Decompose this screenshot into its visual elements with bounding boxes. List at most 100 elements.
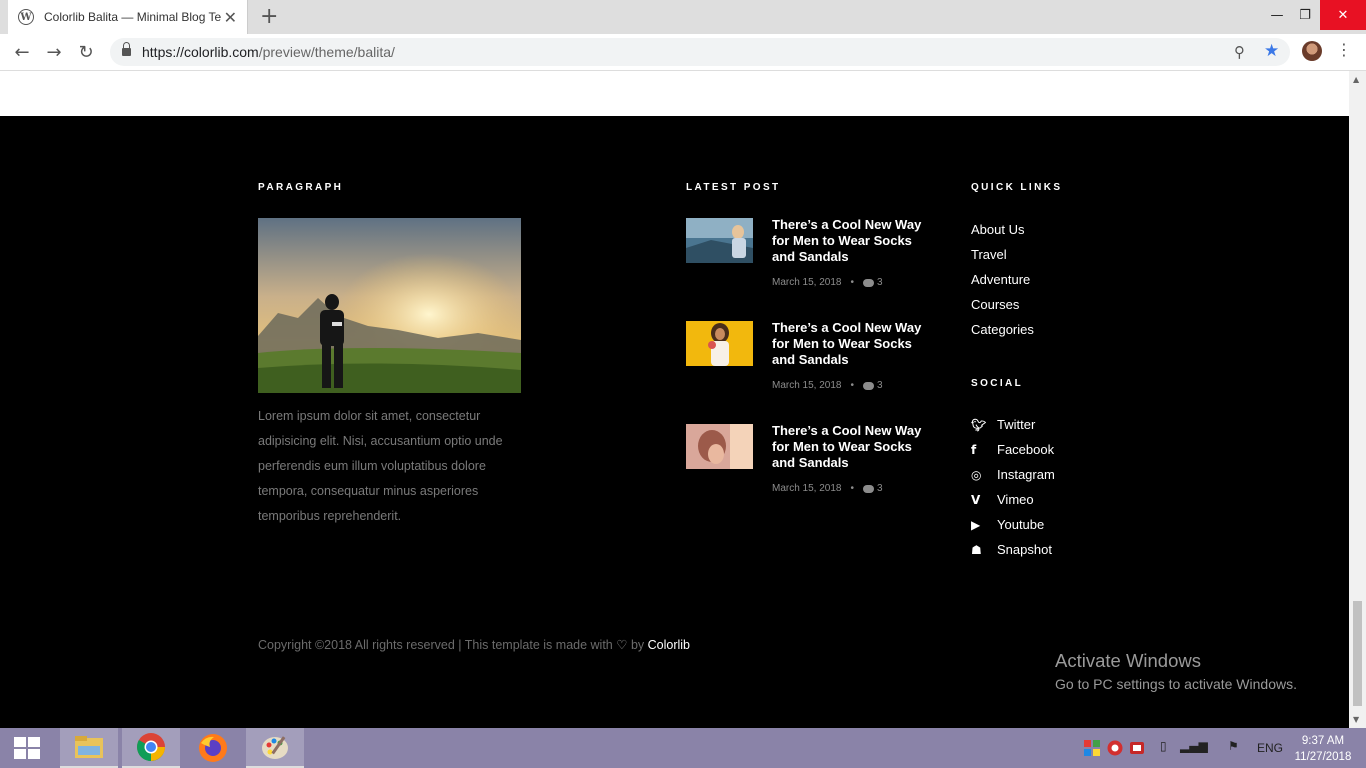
tray-antivirus-icon[interactable] [1107,740,1123,759]
social-label: Youtube [997,517,1045,532]
taskbar-paint[interactable] [246,728,304,768]
post-thumbnail[interactable] [686,218,753,263]
chrome-icon [137,733,165,761]
instagram-icon: ◎ [971,467,982,482]
social-heading: SOCIAL [971,378,1024,389]
firefox-icon [199,734,227,762]
profile-avatar[interactable] [1302,41,1322,61]
tray-security-icon[interactable] [1129,740,1145,759]
post-meta: March 15, 2018 • 3 [772,277,883,288]
meta-separator: • [850,380,855,391]
browser-toolbar: ← → ↻ https://colorlib.com/preview/theme… [0,34,1366,71]
comment-count: 3 [877,483,883,494]
page-scrollbar[interactable]: ▲ ▼ [1349,71,1366,728]
folder-icon [75,736,103,758]
new-tab-button[interactable]: + [260,4,278,29]
post-thumbnail[interactable] [686,424,753,469]
page-viewport: PARAGRAPH Lorem ipsum dolor sit amet, co… [0,71,1349,728]
paragraph-heading: PARAGRAPH [258,182,344,193]
latest-post-heading: LATEST POST [686,182,781,193]
social-link-youtube[interactable]: ▶ Youtube [971,517,1044,532]
meta-separator: • [850,277,855,288]
windows-taskbar: ▯ ▂▄▆ 🔈︎ ⚑ ENG 9:37 AM 11/27/2018 [0,728,1366,768]
colorlib-link[interactable]: Colorlib [648,638,690,652]
post-date: March 15, 2018 [772,483,842,494]
url-text[interactable]: https://colorlib.com/preview/theme/balit… [142,44,395,60]
lock-icon [122,42,131,57]
paragraph-photo [258,218,521,393]
notification-flag-icon[interactable]: ⚑ [1228,739,1239,753]
tab-strip: W Colorlib Balita — Minimal Blog Te ✕ + … [0,0,1366,34]
close-window-button[interactable]: ✕ [1320,0,1366,30]
twitter-icon: 🐦︎ [971,417,987,432]
scroll-up-arrow-icon[interactable]: ▲ [1353,75,1359,84]
comment-icon [863,381,875,390]
tab-title: Colorlib Balita — Minimal Blog Te [44,10,222,24]
restore-button[interactable]: ❐ [1290,0,1320,30]
taskbar-file-explorer[interactable] [60,728,118,768]
forward-arrow-icon[interactable]: → [42,40,66,64]
tray-app-icon[interactable] [1084,740,1100,759]
comment-count: 3 [877,277,883,288]
post-date: March 15, 2018 [772,277,842,288]
latest-post-item[interactable]: There’s a Cool New Way for Men to Wear S… [686,423,926,514]
content-bottom-edge [0,71,1349,116]
post-meta: March 15, 2018 • 3 [772,483,883,494]
quick-link-travel[interactable]: Travel [971,247,1007,262]
post-meta: March 15, 2018 • 3 [772,380,883,391]
comment-count: 3 [877,380,883,391]
scrollbar-thumb[interactable] [1353,601,1362,706]
social-link-instagram[interactable]: ◎ Instagram [971,467,1055,482]
quick-link-categories[interactable]: Categories [971,322,1034,337]
vimeo-icon: V [971,492,981,507]
post-title[interactable]: There’s a Cool New Way for Men to Wear S… [772,423,922,471]
language-indicator[interactable]: ENG [1257,741,1283,755]
quick-link-courses[interactable]: Courses [971,297,1019,312]
social-label: Vimeo [997,492,1034,507]
reload-icon[interactable]: ↻ [74,40,98,64]
taskbar-firefox[interactable] [184,728,242,768]
latest-post-item[interactable]: There’s a Cool New Way for Men to Wear S… [686,217,926,308]
browser-menu-icon[interactable]: ⋮ [1336,40,1352,59]
quick-link-adventure[interactable]: Adventure [971,272,1030,287]
social-label: Instagram [997,467,1055,482]
activate-windows-watermark: Activate Windows Go to PC settings to ac… [1055,650,1297,692]
social-link-snapchat[interactable]: ☗ Snapshot [971,542,1052,557]
youtube-icon: ▶ [971,517,981,532]
address-bar[interactable]: https://colorlib.com/preview/theme/balit… [110,38,1290,66]
scroll-down-arrow-icon[interactable]: ▼ [1353,715,1359,724]
comment-icon [863,484,875,493]
copyright-text: Copyright ©2018 All rights reserved | Th… [258,638,691,652]
post-title[interactable]: There’s a Cool New Way for Men to Wear S… [772,320,922,368]
back-arrow-icon[interactable]: ← [10,40,34,64]
windows-start-icon[interactable] [14,737,40,759]
meta-separator: • [850,483,855,494]
post-thumbnail[interactable] [686,321,753,366]
social-link-facebook[interactable]: f Facebook [971,442,1054,457]
minimize-button[interactable]: — [1262,0,1292,30]
social-label: Snapshot [997,542,1052,557]
post-date: March 15, 2018 [772,380,842,391]
battery-icon[interactable]: ▯ [1160,739,1167,753]
quick-link-about-us[interactable]: About Us [971,222,1024,237]
post-title[interactable]: There’s a Cool New Way for Men to Wear S… [772,217,922,265]
zoom-icon[interactable]: ⚲ [1234,43,1245,61]
bookmark-star-icon[interactable]: ★ [1264,41,1279,61]
volume-icon[interactable]: 🔈︎ [1204,739,1211,754]
taskbar-chrome[interactable] [122,728,180,768]
clock-time: 9:37 AM [1301,735,1345,747]
tab-close-icon[interactable]: ✕ [224,8,237,27]
facebook-icon: f [971,442,977,457]
social-label: Twitter [997,417,1036,432]
paint-palette-icon [262,736,288,759]
social-link-vimeo[interactable]: V Vimeo [971,492,1034,507]
social-link-twitter[interactable]: 🐦︎ Twitter [971,417,1035,432]
quick-links-heading: QUICK LINKS [971,182,1063,193]
latest-post-item[interactable]: There’s a Cool New Way for Men to Wear S… [686,320,926,411]
paragraph-text: Lorem ipsum dolor sit amet, consectetur … [258,409,503,523]
heart-icon: ♡ [616,638,628,652]
taskbar-clock[interactable]: 9:37 AM 11/27/2018 [1290,733,1356,765]
browser-tab[interactable]: W Colorlib Balita — Minimal Blog Te ✕ [8,0,248,34]
snapchat-icon: ☗ [971,542,982,557]
social-label: Facebook [997,442,1055,457]
